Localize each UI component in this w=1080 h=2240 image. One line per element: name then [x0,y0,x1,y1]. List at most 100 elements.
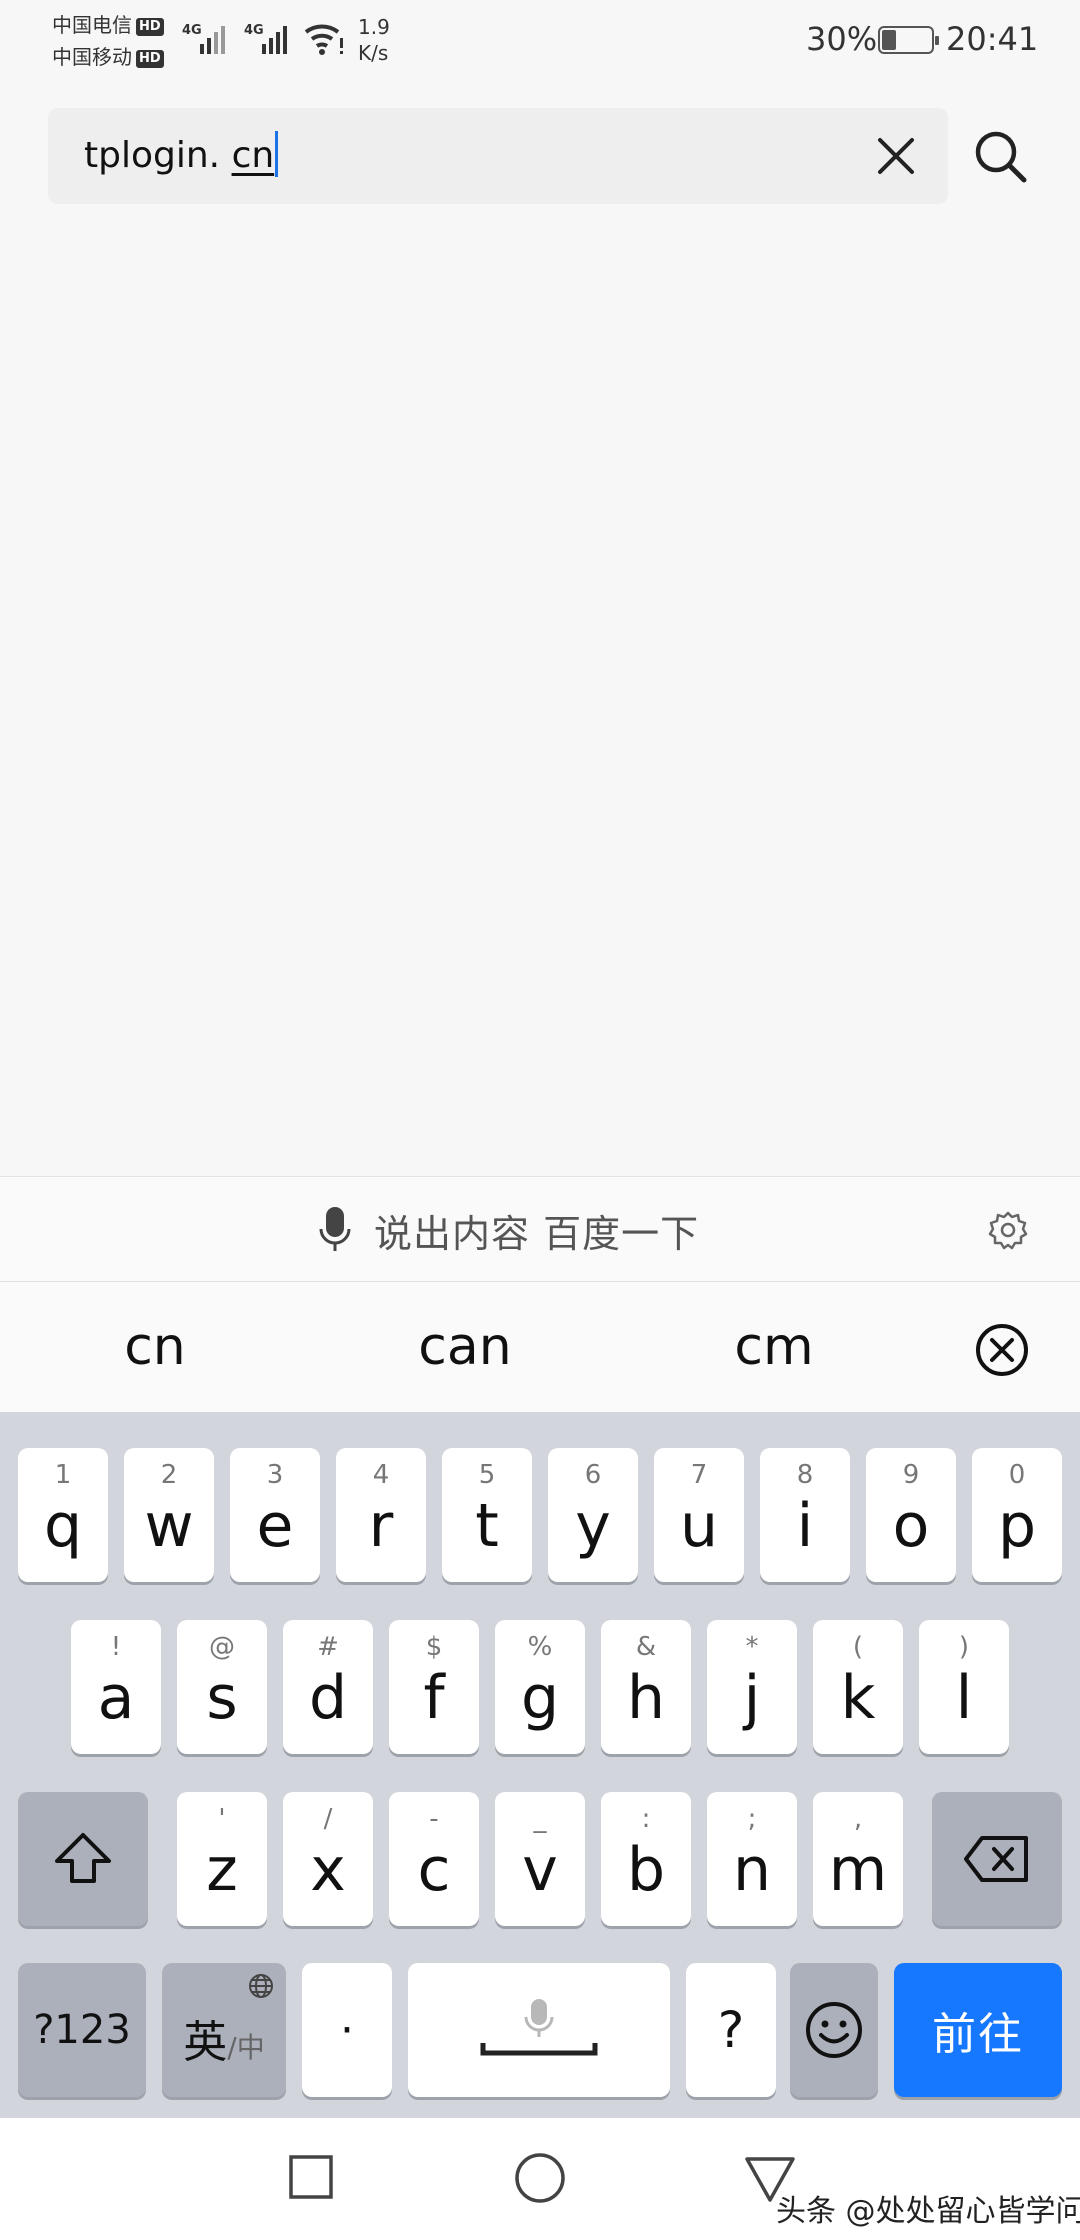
settings-gear-icon[interactable] [988,1210,1028,1250]
key-w[interactable]: 2w [124,1448,214,1582]
key-label: w [144,1491,194,1561]
clock: 20:41 [946,20,1039,58]
question-key-label: ? [717,2001,745,2059]
watermark: 头条 @处处留心皆学问 [776,2194,1080,2229]
key-f[interactable]: $ f [389,1620,479,1754]
clear-icon[interactable] [872,132,920,180]
lang-sub-label: /中 [227,2031,265,2064]
key-p[interactable]: 0p [972,1448,1062,1582]
key-v[interactable]: _ v [495,1792,585,1926]
key-label: h [626,1663,666,1733]
home-circle-icon[interactable] [514,2152,566,2204]
key-label: s [206,1663,238,1733]
key-label: m [828,1835,888,1905]
key-q[interactable]: 1q [18,1448,108,1582]
key-label: j [743,1663,761,1733]
key-y[interactable]: 6y [548,1448,638,1582]
carrier-1: 中国电信 HD [52,12,164,38]
status-bar: 中国电信 HD 中国移动 HD 4G 4G 1.9 K/s 30% 20:41 [0,0,1080,90]
carrier-2: 中国移动 HD [52,44,164,70]
emoji-icon [806,2002,862,2058]
search-input[interactable]: tplogin. cn [48,108,948,204]
go-key[interactable]: 前往 [894,1963,1062,2097]
key-i[interactable]: 8i [760,1448,850,1582]
voice-input-prompt[interactable]: 说出内容 百度一下 [318,1177,699,1283]
key-label: y [575,1491,611,1561]
candidate-1[interactable]: cn [45,1282,265,1412]
shift-key[interactable] [18,1792,148,1926]
key-label: q [43,1491,83,1561]
battery-icon [878,26,939,54]
keyboard: 1q2w3e4r5t6y7u8i9o0p ! a @ s # d $ f% g & h * j(k) l … [0,1412,1080,2118]
symbols-key[interactable]: ?123 [18,1963,146,2097]
key-label: k [840,1663,876,1733]
search-input-text: tplogin. cn [84,108,279,204]
key-label: n [732,1835,772,1905]
key-label: l [955,1663,973,1733]
dot-key-label: · [340,2004,354,2056]
candidate-2[interactable]: can [355,1282,575,1412]
key-label: e [256,1491,294,1561]
key-j[interactable]: * j [707,1620,797,1754]
key-x[interactable]: / x [283,1792,373,1926]
dot-key[interactable]: · [302,1963,392,2097]
backspace-key[interactable] [932,1792,1062,1926]
key-o[interactable]: 9o [866,1448,956,1582]
key-r[interactable]: 4r [336,1448,426,1582]
typed-text: tplogin. [84,135,232,176]
key-label: u [679,1491,719,1561]
key-n[interactable]: ; n [707,1792,797,1926]
recent-apps-square-icon[interactable] [288,2154,334,2200]
lang-main-label: 英 [183,2017,228,2068]
space-mic-icon [480,1999,598,2056]
key-l[interactable]: ) l [919,1620,1009,1754]
key-label: b [626,1835,666,1905]
text-cursor [275,131,279,177]
symbols-key-label: ?123 [33,2007,131,2053]
key-h[interactable]: & h [601,1620,691,1754]
key-a[interactable]: ! a [71,1620,161,1754]
key-d[interactable]: # d [283,1620,373,1754]
voice-input-bar[interactable]: 说出内容 百度一下 [0,1176,1080,1282]
network-speed: 1.9 K/s [358,15,390,65]
key-label: v [522,1835,558,1905]
key-label: c [417,1835,451,1905]
space-key[interactable] [408,1963,670,2097]
svg-text:4G: 4G [182,23,202,38]
hd-badge: HD [136,49,164,68]
key-label: g [520,1663,560,1733]
key-m[interactable]: ,m [813,1792,903,1926]
key-s[interactable]: @ s [177,1620,267,1754]
key-z[interactable]: ' z [177,1792,267,1926]
hd-badge: HD [136,17,164,36]
key-label: t [475,1491,499,1561]
composing-text: cn [231,135,275,176]
key-c[interactable]: -c [389,1792,479,1926]
key-u[interactable]: 7u [654,1448,744,1582]
key-label: f [423,1663,445,1733]
key-b[interactable]: :b [601,1792,691,1926]
key-g[interactable]: % g [495,1620,585,1754]
language-switch-key[interactable]: 英/中 [162,1963,286,2097]
emoji-key[interactable] [790,1963,878,2097]
signal-1-icon: 4G [182,23,225,54]
key-k[interactable]: (k [813,1620,903,1754]
go-key-label: 前往 [932,2009,1024,2060]
close-candidates-icon[interactable] [974,1322,1030,1378]
candidate-3[interactable]: cm [664,1282,884,1412]
shift-icon [55,1833,111,1883]
key-label: d [308,1663,348,1733]
question-key[interactable]: ? [686,1963,776,2097]
wifi-icon [304,24,343,55]
key-label: a [97,1663,135,1733]
key-t[interactable]: 5t [442,1448,532,1582]
key-label: z [206,1835,238,1905]
key-label: p [997,1491,1037,1561]
voice-prompt-text: 说出内容 百度一下 [374,1211,700,1256]
backspace-icon [964,1836,1028,1882]
signal-2-icon: 4G [244,23,287,54]
search-icon[interactable] [970,126,1032,188]
key-e[interactable]: 3e [230,1448,320,1582]
svg-text:4G: 4G [244,23,264,38]
key-label: x [310,1835,346,1905]
